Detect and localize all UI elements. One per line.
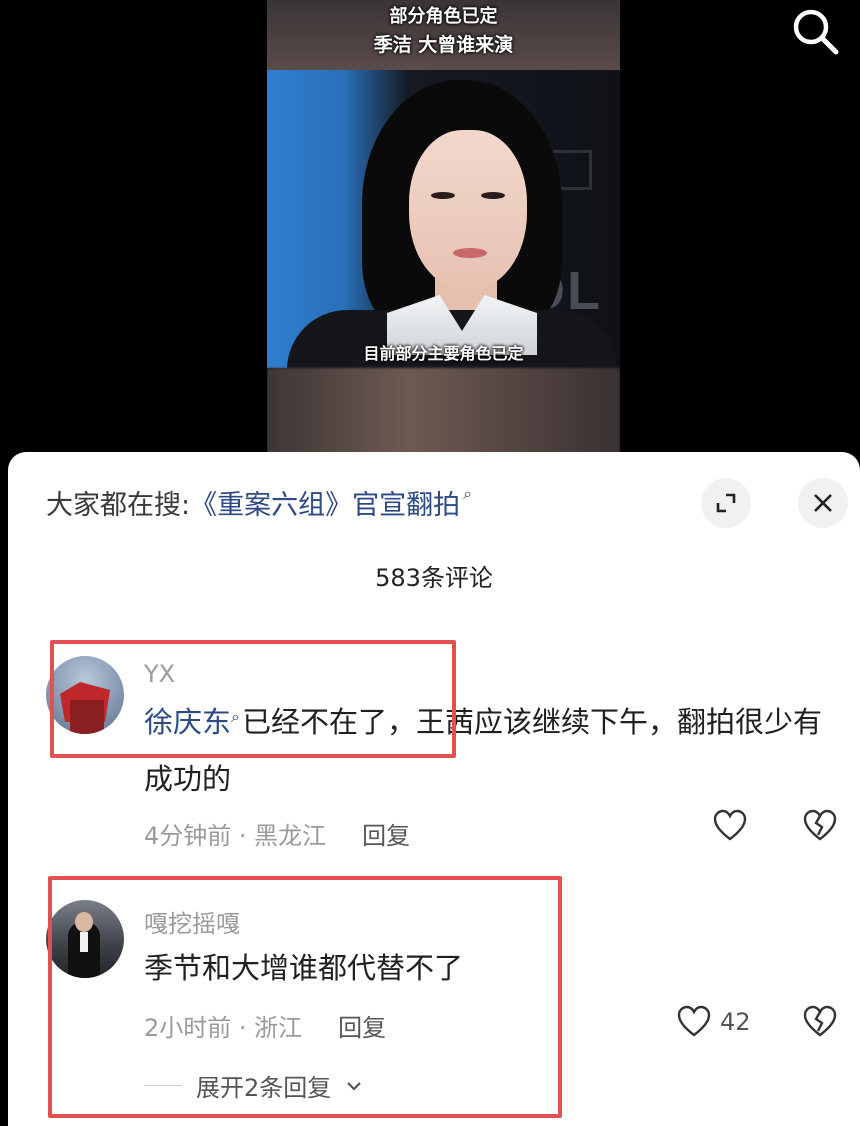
like-count: 42 xyxy=(720,1008,751,1036)
trending-search-link[interactable]: 《重案六组》官宣翻拍 xyxy=(190,483,460,522)
video-frame: 部分角色已定 季洁 大曾谁来演 POL 目前部分主要角色已定 xyxy=(267,0,620,470)
heart-icon xyxy=(713,809,747,841)
eye-left xyxy=(431,192,455,199)
comment-time: 4分钟前 xyxy=(144,822,232,850)
chevron-down-icon xyxy=(347,1081,362,1091)
divider xyxy=(144,1085,182,1086)
eye-right xyxy=(481,192,505,199)
comments-sheet: 大家都在搜: 《重案六组》官宣翻拍 ⌕ 583条评论 YX 徐庆东⌕已经不在了，… xyxy=(8,452,860,1126)
reply-button[interactable]: 回复 xyxy=(338,1008,386,1043)
search-small-icon: ⌕ xyxy=(231,707,240,726)
comment-meta: 2小时前 · 浙江 回复 xyxy=(144,1008,386,1043)
comment-location: 浙江 xyxy=(254,1014,303,1042)
comment-location: 黑龙江 xyxy=(254,822,327,850)
comment-username[interactable]: 嘎挖摇嘎 xyxy=(144,904,240,939)
comment-time: 2小时前 xyxy=(144,1014,232,1042)
comment-count: 583条评论 xyxy=(375,564,493,592)
like-button[interactable]: 42 xyxy=(676,1004,751,1040)
video-caption-line1: 部分角色已定 xyxy=(389,6,498,27)
trending-search-bar[interactable]: 大家都在搜: 《重案六组》官宣翻拍 ⌕ xyxy=(46,482,472,522)
broken-heart-icon[interactable] xyxy=(802,1004,838,1044)
comment-body: 已经不在了，王茜应该继续下午，翻拍很少有成功的 xyxy=(144,705,822,796)
comment-time-location: 2小时前 · 浙江 xyxy=(144,1014,303,1042)
reply-button[interactable]: 回复 xyxy=(362,816,410,851)
video-scene: POL xyxy=(267,70,620,380)
video-caption-line2: 季洁 大曾谁来演 xyxy=(373,34,514,56)
avatar[interactable] xyxy=(46,900,124,978)
video-subtitle: 目前部分主要角色已定 xyxy=(363,344,524,363)
comment-text: 徐庆东⌕已经不在了，王茜应该继续下午，翻拍很少有成功的 xyxy=(144,696,824,805)
expand-replies-label: 展开2条回复 xyxy=(196,1074,332,1102)
comment-mention-link[interactable]: 徐庆东 xyxy=(144,705,231,739)
actress-face xyxy=(409,130,527,290)
heart-icon xyxy=(677,1005,711,1037)
avatar-head-shape xyxy=(75,912,93,932)
broken-heart-icon[interactable] xyxy=(802,808,838,848)
avatar-shirt-shape xyxy=(80,932,88,952)
expand-icon[interactable] xyxy=(701,478,751,528)
like-button[interactable] xyxy=(712,808,756,844)
avatar-building-shape xyxy=(70,700,104,734)
expand-replies-button[interactable]: 展开2条回复 xyxy=(144,1068,363,1103)
comment-text: 季节和大增谁都代替不了 xyxy=(144,951,464,985)
avatar[interactable] xyxy=(46,656,124,734)
close-icon[interactable] xyxy=(798,478,848,528)
search-icon[interactable] xyxy=(788,4,844,60)
search-small-icon: ⌕ xyxy=(463,484,473,503)
trending-search-prefix: 大家都在搜: xyxy=(46,489,191,521)
lips xyxy=(453,248,487,258)
comment-time-location: 4分钟前 · 黑龙江 xyxy=(144,822,327,850)
video-player[interactable]: 部分角色已定 季洁 大曾谁来演 POL 目前部分主要角色已定 xyxy=(0,0,860,470)
comment-username[interactable]: YX xyxy=(144,660,175,688)
comment-meta: 4分钟前 · 黑龙江 回复 xyxy=(144,816,410,851)
